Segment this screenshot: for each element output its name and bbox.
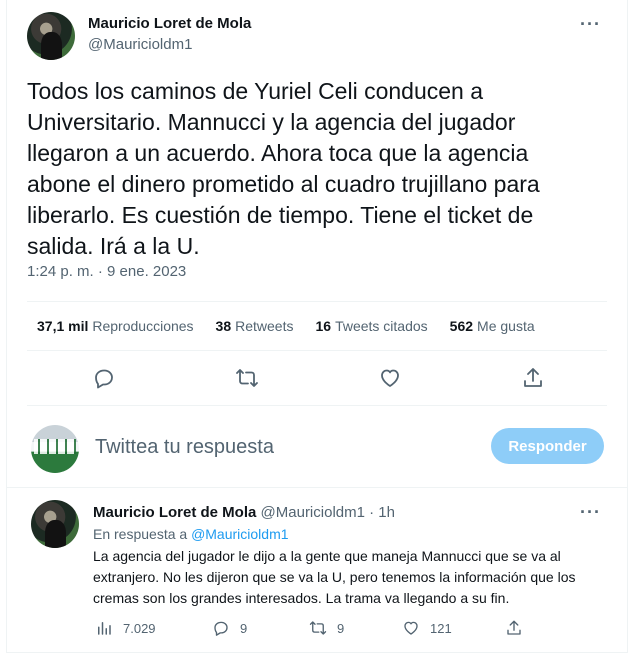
stat-retweets[interactable]: 38 Retweets xyxy=(216,318,294,334)
reply-author-name[interactable]: Mauricio Loret de Mola xyxy=(93,504,256,521)
reply-time[interactable]: 1h xyxy=(378,504,395,521)
reply-author-handle[interactable]: @Mauricioldm1 xyxy=(261,504,365,521)
reply-icon xyxy=(214,621,228,636)
share-action[interactable] xyxy=(505,619,533,637)
views-icon xyxy=(98,622,111,635)
views-action[interactable]: 7.029 xyxy=(95,619,156,637)
reply-button[interactable]: Responder xyxy=(491,428,604,464)
share-icon xyxy=(507,620,521,635)
divider xyxy=(27,405,607,406)
author-avatar[interactable] xyxy=(27,12,75,60)
like-icon[interactable] xyxy=(378,366,402,390)
author-handle[interactable]: @Mauricioldm1 xyxy=(88,36,192,53)
share-icon[interactable] xyxy=(521,366,545,390)
more-options-icon[interactable]: ··· xyxy=(580,14,601,35)
like-count-action[interactable]: 121 xyxy=(402,619,452,637)
in-reply-handle-link[interactable]: @Mauricioldm1 xyxy=(191,526,288,542)
tweet-thread: Mauricio Loret de Mola @Mauricioldm1 ···… xyxy=(6,0,628,653)
divider xyxy=(27,350,607,351)
stat-views[interactable]: 37,1 mil Reproducciones xyxy=(37,318,194,334)
retweet-icon xyxy=(309,621,327,635)
reply-count-action[interactable]: 9 xyxy=(212,619,247,637)
author-name[interactable]: Mauricio Loret de Mola xyxy=(88,15,251,32)
stat-likes[interactable]: 562 Me gusta xyxy=(450,318,535,334)
tweet-stats: 37,1 mil Reproducciones 38 Retweets 16 Twee… xyxy=(37,318,557,334)
retweet-icon[interactable] xyxy=(235,366,259,390)
reply-header: Mauricio Loret de Mola @Mauricioldm1 · 1… xyxy=(93,504,395,521)
tweet-text: Todos los caminos de Yuriel Celi conduce… xyxy=(27,78,540,259)
like-icon xyxy=(404,621,418,635)
tweet-timestamp[interactable]: 1:24 p. m. · 9 ene. 2023 xyxy=(27,263,186,280)
reply-more-options-icon[interactable]: ··· xyxy=(580,502,601,523)
dot-separator: · xyxy=(369,504,375,521)
reply-icon[interactable] xyxy=(92,366,116,390)
retweet-count-action[interactable]: 9 xyxy=(309,619,344,637)
stat-quote-tweets[interactable]: 16 Tweets citados xyxy=(315,318,427,334)
divider xyxy=(27,301,607,302)
reply-input[interactable]: Twittea tu respuesta xyxy=(95,436,274,459)
divider xyxy=(7,487,627,488)
user-avatar[interactable] xyxy=(31,425,79,473)
reply-text: La agencia del jugador le dijo a la gent… xyxy=(93,548,576,606)
reply-author-avatar[interactable] xyxy=(31,500,79,548)
in-reply-to: En respuesta a @Mauricioldm1 xyxy=(93,526,289,542)
